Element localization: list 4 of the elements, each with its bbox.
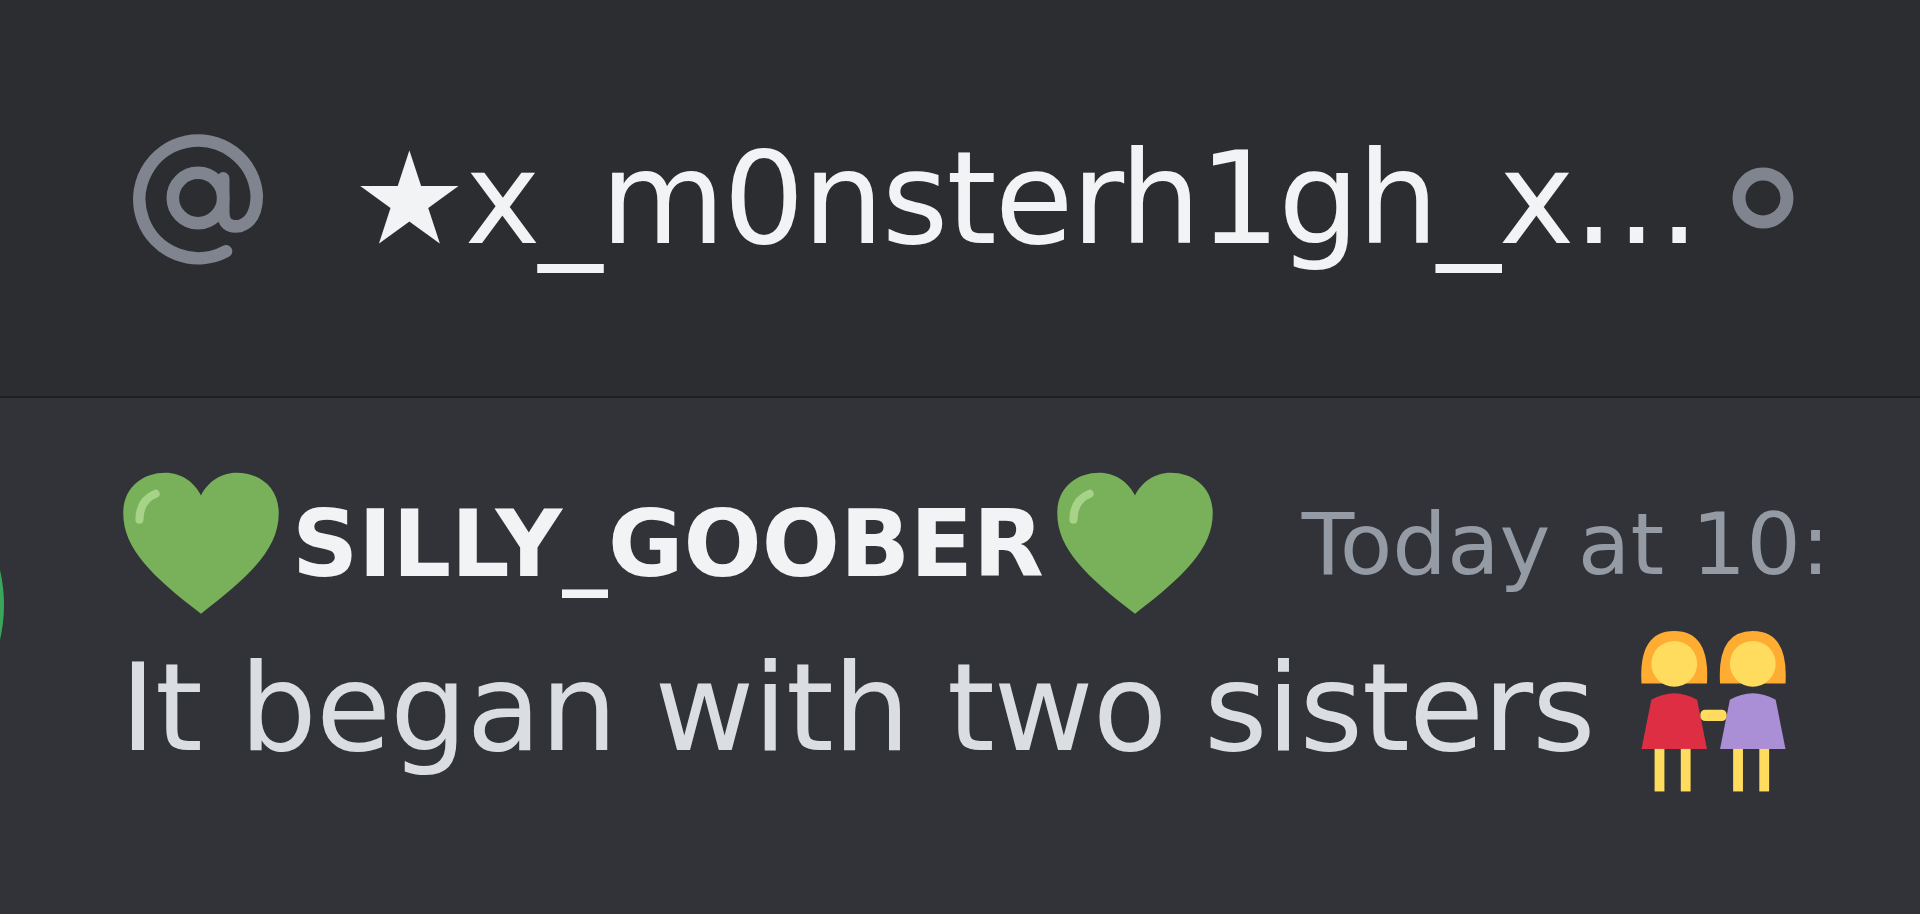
timestamp: Today at 10:	[1301, 494, 1830, 594]
channel-title: ★x_m0nsterh1gh_x…	[352, 123, 1699, 273]
username[interactable]: SILLY_GOOBER	[292, 490, 1044, 598]
message-text: It began with two sisters	[120, 637, 1595, 779]
